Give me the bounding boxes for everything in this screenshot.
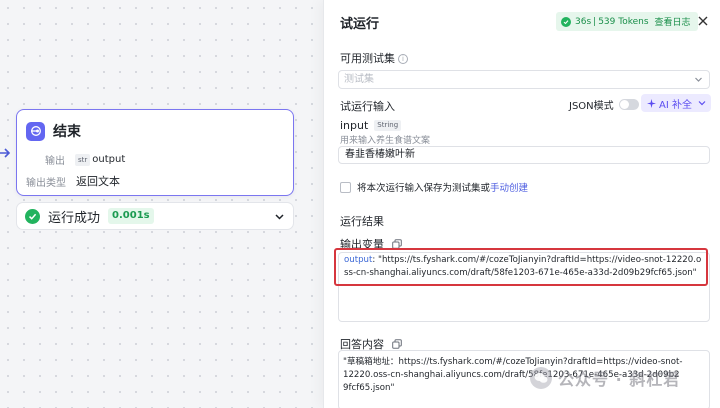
run-status-bar[interactable]: 运行成功 0.001s bbox=[16, 202, 294, 230]
run-status-text: 运行成功 bbox=[48, 210, 101, 226]
watermark-text: 公众号 · 斜杠君 bbox=[558, 370, 681, 389]
json-mode-row: JSON模式 bbox=[569, 97, 639, 112]
edge-arrow-icon bbox=[0, 148, 11, 158]
copy-icon[interactable] bbox=[391, 339, 402, 349]
input-field-name: input bbox=[340, 119, 369, 132]
chevron-down-icon[interactable] bbox=[274, 211, 285, 222]
output-type-badge: str bbox=[75, 153, 91, 166]
output-kind-value: 返回文本 bbox=[76, 175, 120, 188]
run-time-badge: 0.001s bbox=[108, 208, 154, 224]
end-node-output-row: 输出 str output bbox=[45, 152, 125, 167]
chevron-down-icon bbox=[698, 101, 706, 106]
testset-select[interactable]: 测试集 bbox=[338, 70, 710, 89]
end-node-header: 结束 bbox=[26, 121, 81, 141]
input-field-value[interactable]: 春韭香椿嫩叶新 bbox=[338, 146, 710, 164]
watermark: 公众号 · 斜杠君 bbox=[530, 366, 680, 390]
run-result-heading: 运行结果 bbox=[340, 215, 384, 228]
json-mode-label: JSON模式 bbox=[569, 101, 614, 112]
save-testset-text: 将本次运行输入保存为测试集或 bbox=[357, 183, 491, 194]
ai-complete-label: AI 补全 bbox=[659, 99, 692, 111]
output-label: 输出 bbox=[45, 156, 65, 167]
output-vars-text[interactable]: output: "https://ts.fyshark.com/#/cozeTo… bbox=[344, 254, 704, 280]
wechat-icon bbox=[530, 367, 552, 389]
save-testset-checkbox[interactable] bbox=[340, 181, 351, 193]
save-testset-row: 将本次运行输入保存为测试集或 手动创建 bbox=[340, 180, 528, 194]
run-input-label: 试运行输入 bbox=[340, 100, 395, 113]
view-log-link[interactable]: 查看日志 bbox=[655, 15, 691, 28]
input-field-header: input String bbox=[340, 119, 402, 132]
input-field-type: String bbox=[374, 120, 402, 131]
stats-separator: | bbox=[593, 16, 597, 27]
test-run-panel: 试运行 36s | 539 Tokens 查看日志 可用测试集 i 测试集 试运行… bbox=[323, 0, 720, 408]
end-node[interactable]: 结束 输出 str output 输出类型 返回文本 bbox=[16, 109, 294, 196]
output-name: output bbox=[92, 154, 126, 165]
output-value: : "https://ts.fyshark.com/#/cozeToJianyi… bbox=[344, 255, 702, 278]
ai-complete-button[interactable]: AI 补全 bbox=[641, 94, 711, 112]
end-node-kind-row: 输出类型 返回文本 bbox=[26, 173, 120, 189]
end-node-title: 结束 bbox=[53, 124, 81, 140]
chevron-down-icon bbox=[695, 77, 702, 82]
stats-check-icon bbox=[561, 16, 571, 27]
testset-label-row: 可用测试集 i bbox=[340, 50, 408, 66]
run-tokens: 539 Tokens bbox=[598, 16, 649, 27]
manual-create-link[interactable]: 手动创建 bbox=[490, 180, 528, 194]
end-node-icon bbox=[26, 121, 45, 141]
success-check-icon bbox=[25, 208, 40, 224]
input-field-description: 用来输入养生食谱文案 bbox=[340, 136, 431, 146]
run-duration: 36s bbox=[575, 16, 592, 27]
close-icon[interactable] bbox=[697, 15, 709, 27]
output-key: output bbox=[344, 255, 373, 265]
run-stats-badge: 36s | 539 Tokens 查看日志 bbox=[556, 12, 698, 31]
output-kind-label: 输出类型 bbox=[26, 177, 66, 189]
info-icon[interactable]: i bbox=[398, 54, 408, 64]
testset-placeholder: 测试集 bbox=[344, 74, 374, 85]
sparkle-icon bbox=[647, 98, 656, 108]
json-mode-toggle[interactable] bbox=[618, 99, 639, 110]
panel-title: 试运行 bbox=[340, 17, 380, 32]
testset-label: 可用测试集 bbox=[340, 52, 395, 65]
